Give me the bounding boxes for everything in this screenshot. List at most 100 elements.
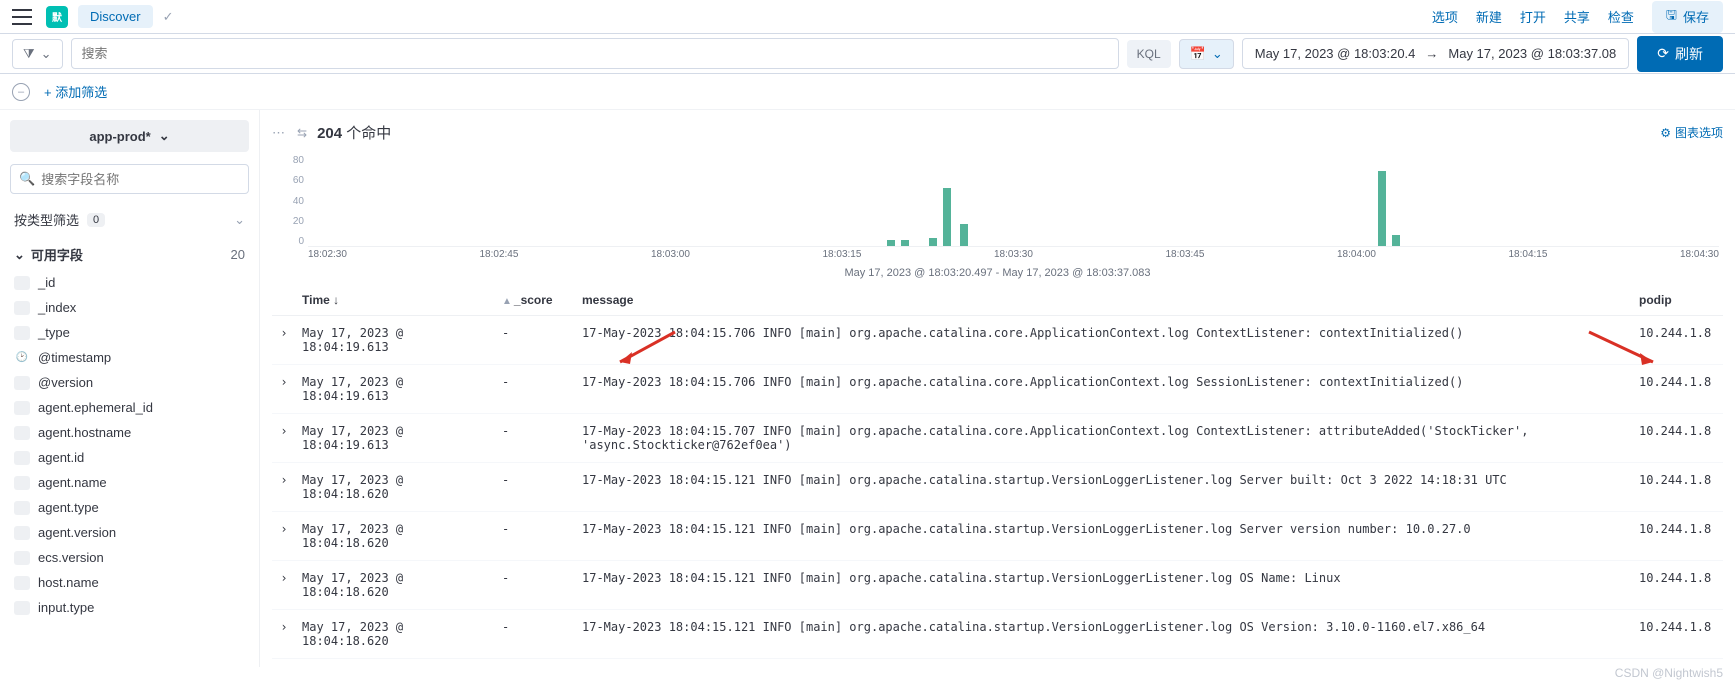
field-item[interactable]: 🕑@timestamp <box>10 345 249 370</box>
search-input[interactable] <box>71 38 1119 69</box>
field-item[interactable]: agent.hostname <box>10 420 249 445</box>
menu-icon[interactable] <box>12 9 32 25</box>
content-area: ⋯ ⇆ 204 个命中 ⚙ 图表选项 806040200 18:02:3018:… <box>260 110 1735 667</box>
chart-options-button[interactable]: ⚙ 图表选项 <box>1660 124 1723 141</box>
field-type-icon <box>14 301 30 315</box>
expand-row-button[interactable]: › <box>272 561 296 610</box>
col-podip-header[interactable]: podip <box>1633 285 1723 316</box>
chart-bar[interactable] <box>887 240 895 246</box>
field-item[interactable]: agent.version <box>10 520 249 545</box>
field-search-input[interactable] <box>41 172 240 187</box>
index-pattern-selector[interactable]: app-prod* ⌄ <box>10 120 249 152</box>
search-options-button[interactable]: ⧩ ⌄ <box>12 39 63 69</box>
field-item[interactable]: _id <box>10 270 249 295</box>
field-item[interactable]: agent.ephemeral_id <box>10 395 249 420</box>
filter-menu-icon[interactable]: – <box>12 83 30 101</box>
chevron-down-icon: ⌄ <box>1212 46 1223 62</box>
field-type-icon <box>14 326 30 340</box>
field-label: agent.id <box>38 450 84 465</box>
type-filter-count: 0 <box>87 213 105 227</box>
sort-icon: ▲ <box>502 296 512 307</box>
gear-icon: ⚙ <box>1660 126 1671 140</box>
field-label: agent.type <box>38 500 99 515</box>
field-item[interactable]: agent.id <box>10 445 249 470</box>
calendar-button[interactable]: 📅 ⌄ <box>1179 39 1234 69</box>
x-tick: 18:03:00 <box>651 249 690 265</box>
field-type-icon <box>14 401 30 415</box>
cell-podip: 10.244.1.8 <box>1633 365 1723 414</box>
app-logo[interactable]: 默 <box>46 6 68 28</box>
cell-time: May 17, 2023 @ 18:04:18.620 <box>296 561 496 610</box>
cell-time: May 17, 2023 @ 18:04:19.613 <box>296 414 496 463</box>
kql-toggle[interactable]: KQL <box>1127 40 1171 68</box>
field-type-icon: 🕑 <box>14 351 30 365</box>
field-item[interactable]: _type <box>10 320 249 345</box>
table-row: ›May 17, 2023 @ 18:04:18.620-17-May-2023… <box>272 561 1723 610</box>
cell-message: 17-May-2023 18:04:15.121 INFO [main] org… <box>576 610 1633 659</box>
add-filter-button[interactable]: + 添加筛选 <box>44 82 107 101</box>
cell-message: 17-May-2023 18:04:15.121 INFO [main] org… <box>576 561 1633 610</box>
nav-new[interactable]: 新建 <box>1476 7 1502 26</box>
available-fields-count: 20 <box>231 247 245 262</box>
field-label: @version <box>38 375 93 390</box>
cell-podip: 10.244.1.8 <box>1633 463 1723 512</box>
chart-bar[interactable] <box>960 224 968 246</box>
chart-bar[interactable] <box>901 240 909 246</box>
nav-open[interactable]: 打开 <box>1520 7 1546 26</box>
chevron-down-icon: ⌄ <box>14 247 25 263</box>
field-type-icon <box>14 501 30 515</box>
cell-podip: 10.244.1.8 <box>1633 414 1723 463</box>
field-item[interactable]: host.name <box>10 570 249 595</box>
nav-share[interactable]: 共享 <box>1564 7 1590 26</box>
chart-bar[interactable] <box>929 238 937 246</box>
cell-message: 17-May-2023 18:04:15.707 INFO [main] org… <box>576 414 1633 463</box>
table-row: ›May 17, 2023 @ 18:04:19.613-17-May-2023… <box>272 365 1723 414</box>
expand-row-button[interactable]: › <box>272 610 296 659</box>
chart-bar[interactable] <box>1392 235 1400 246</box>
col-time-header[interactable]: Time ↓ <box>296 285 496 316</box>
hits-count: 204 <box>317 125 342 142</box>
field-item[interactable]: @version <box>10 370 249 395</box>
histogram-chart[interactable]: 806040200 18:02:3018:02:4518:03:0018:03:… <box>272 155 1723 265</box>
expand-row-button[interactable]: › <box>272 512 296 561</box>
nav-inspect[interactable]: 检查 <box>1608 7 1634 26</box>
hits-label: 204 个命中 <box>317 122 391 143</box>
col-message-header[interactable]: message <box>576 285 1633 316</box>
field-item[interactable]: agent.type <box>10 495 249 520</box>
cell-score: - <box>496 414 576 463</box>
field-item[interactable]: ecs.version <box>10 545 249 570</box>
y-tick: 0 <box>272 236 304 247</box>
sidebar-collapse-icon[interactable]: ⋯ <box>272 125 287 141</box>
col-score-header[interactable]: ▲_score <box>496 285 576 316</box>
y-tick: 60 <box>272 175 304 186</box>
table-body: ›May 17, 2023 @ 18:04:19.613-17-May-2023… <box>272 316 1723 659</box>
chart-caption: May 17, 2023 @ 18:03:20.497 - May 17, 20… <box>272 267 1723 279</box>
available-fields-header[interactable]: ⌄ 可用字段 20 <box>10 235 249 270</box>
field-label: agent.name <box>38 475 107 490</box>
field-item[interactable]: _index <box>10 295 249 320</box>
app-name-badge[interactable]: Discover <box>78 5 153 28</box>
nav-options[interactable]: 选项 <box>1432 7 1458 26</box>
refresh-button[interactable]: ⟳ 刷新 <box>1637 36 1723 72</box>
hits-suffix: 个命中 <box>346 125 391 142</box>
type-filter-row[interactable]: 按类型筛选 0 ⌄ <box>10 204 249 235</box>
expand-row-button[interactable]: › <box>272 463 296 512</box>
cell-podip: 10.244.1.8 <box>1633 610 1723 659</box>
chart-bar[interactable] <box>1378 171 1386 246</box>
cell-score: - <box>496 463 576 512</box>
content-header: ⋯ ⇆ 204 个命中 ⚙ 图表选项 <box>272 118 1723 151</box>
watermark: CSDN @Nightwish5 <box>1615 666 1723 680</box>
expand-row-button[interactable]: › <box>272 365 296 414</box>
time-range-picker[interactable]: May 17, 2023 @ 18:03:20.4 → May 17, 2023… <box>1242 38 1630 69</box>
field-item[interactable]: input.type <box>10 595 249 620</box>
field-item[interactable]: agent.name <box>10 470 249 495</box>
search-bar: ⧩ ⌄ KQL 📅 ⌄ May 17, 2023 @ 18:03:20.4 → … <box>0 34 1735 74</box>
field-type-icon <box>14 276 30 290</box>
save-button[interactable]: 🖫 保存 <box>1652 1 1723 33</box>
list-toggle-icon[interactable]: ⇆ <box>297 126 307 140</box>
table-row: ›May 17, 2023 @ 18:04:18.620-17-May-2023… <box>272 610 1723 659</box>
chart-bar[interactable] <box>943 188 951 246</box>
arrow-right-icon: → <box>1425 46 1438 61</box>
expand-row-button[interactable]: › <box>272 414 296 463</box>
expand-row-button[interactable]: › <box>272 316 296 365</box>
